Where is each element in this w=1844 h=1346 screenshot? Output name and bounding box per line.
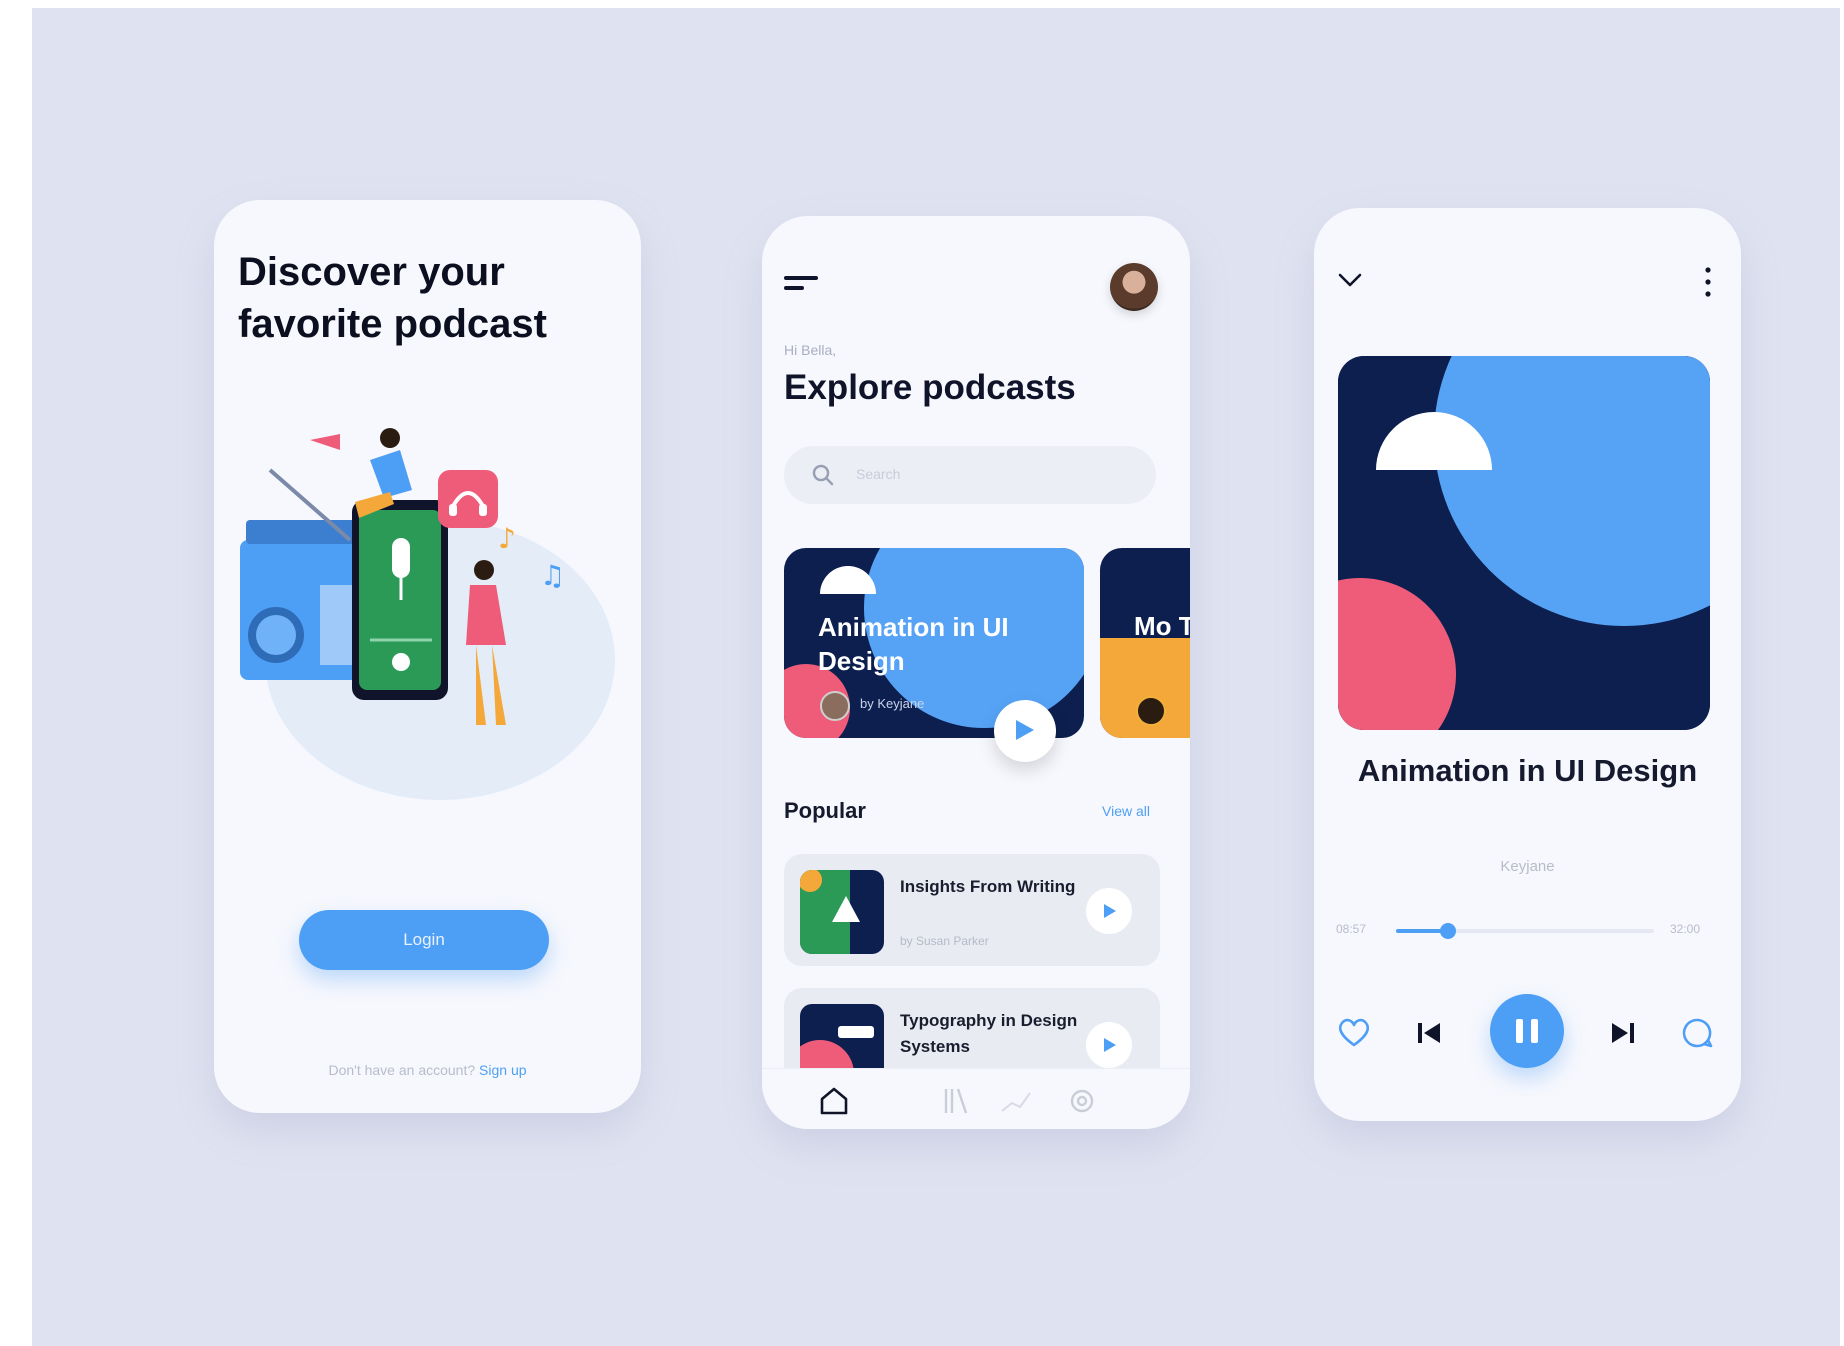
heart-icon[interactable]	[1336, 1016, 1372, 1048]
previous-icon[interactable]	[1414, 1018, 1444, 1048]
list-item-title: Insights From Writing	[900, 877, 1076, 896]
pause-button[interactable]	[1490, 994, 1564, 1068]
showcase-background: Discover your favorite podcast ♪ ♫ Login…	[32, 8, 1840, 1346]
svg-text:♪: ♪	[498, 522, 516, 555]
play-button[interactable]	[994, 700, 1056, 762]
play-button[interactable]	[1086, 888, 1132, 934]
view-all-link[interactable]: View all	[1102, 803, 1150, 819]
play-icon	[1104, 904, 1116, 918]
player-screen: Animation in UI Design Keyjane 08:57 32:…	[1314, 208, 1741, 1121]
svg-text:♫: ♫	[540, 559, 565, 592]
library-icon[interactable]	[938, 1083, 974, 1119]
featured-card-title: Animation in UI Design	[818, 612, 1009, 676]
featured-card-2-title: Mo Tre	[1134, 611, 1190, 641]
progress-handle[interactable]	[1439, 923, 1456, 939]
more-options-icon[interactable]	[1704, 266, 1712, 298]
pause-icon	[1531, 1019, 1538, 1043]
podcast-cover-art	[1338, 356, 1710, 730]
explore-screen: Hi Bella, Explore podcasts Search Animat…	[762, 216, 1190, 1129]
section-title-popular: Popular	[784, 798, 866, 823]
search-placeholder: Search	[856, 466, 901, 482]
pause-icon	[1516, 1019, 1523, 1043]
menu-icon[interactable]	[784, 274, 820, 300]
episode-title: Animation in UI Design	[1357, 753, 1698, 788]
progress-slider[interactable]	[1396, 923, 1654, 939]
podcast-thumbnail	[800, 870, 884, 954]
onboarding-title: Discover your favorite podcast	[238, 250, 547, 346]
signup-link[interactable]: Sign up	[479, 1062, 526, 1078]
time-total: 32:00	[1670, 922, 1701, 936]
list-item-title: Typography in Design Systems	[900, 1011, 1078, 1056]
greeting: Hi Bella,	[784, 342, 837, 358]
signup-row: Don't have an account? Sign up	[214, 1062, 641, 1078]
author-avatar	[1136, 696, 1166, 726]
search-input[interactable]: Search	[784, 446, 1156, 504]
login-button[interactable]: Login	[299, 910, 549, 970]
time-elapsed: 08:57	[1336, 922, 1367, 936]
comment-icon[interactable]	[1680, 1016, 1714, 1050]
featured-card-2[interactable]: Mo Tre	[1100, 548, 1190, 738]
play-icon	[1016, 720, 1034, 740]
play-icon	[1104, 1038, 1116, 1052]
search-icon	[812, 464, 834, 486]
avatar[interactable]	[1110, 263, 1158, 311]
stats-icon[interactable]	[998, 1083, 1034, 1119]
chevron-down-icon[interactable]	[1336, 270, 1364, 290]
episode-author: Keyjane	[1500, 858, 1555, 875]
podcast-illustration: ♪ ♫	[240, 428, 615, 800]
list-item-author: by Susan Parker	[900, 934, 989, 948]
page-title: Explore podcasts	[784, 368, 1076, 407]
bottom-tab-bar	[762, 1068, 1190, 1129]
signup-prompt: Don't have an account?	[328, 1062, 476, 1078]
list-item[interactable]: Insights From Writing by Susan Parker	[784, 854, 1160, 966]
onboarding-screen: Discover your favorite podcast ♪ ♫ Login…	[214, 200, 641, 1113]
home-icon[interactable]	[816, 1083, 852, 1119]
next-icon[interactable]	[1608, 1018, 1638, 1048]
play-button[interactable]	[1086, 1022, 1132, 1068]
author-avatar	[820, 691, 850, 721]
featured-card-author: by Keyjane	[860, 696, 925, 711]
settings-icon[interactable]	[1064, 1083, 1100, 1119]
